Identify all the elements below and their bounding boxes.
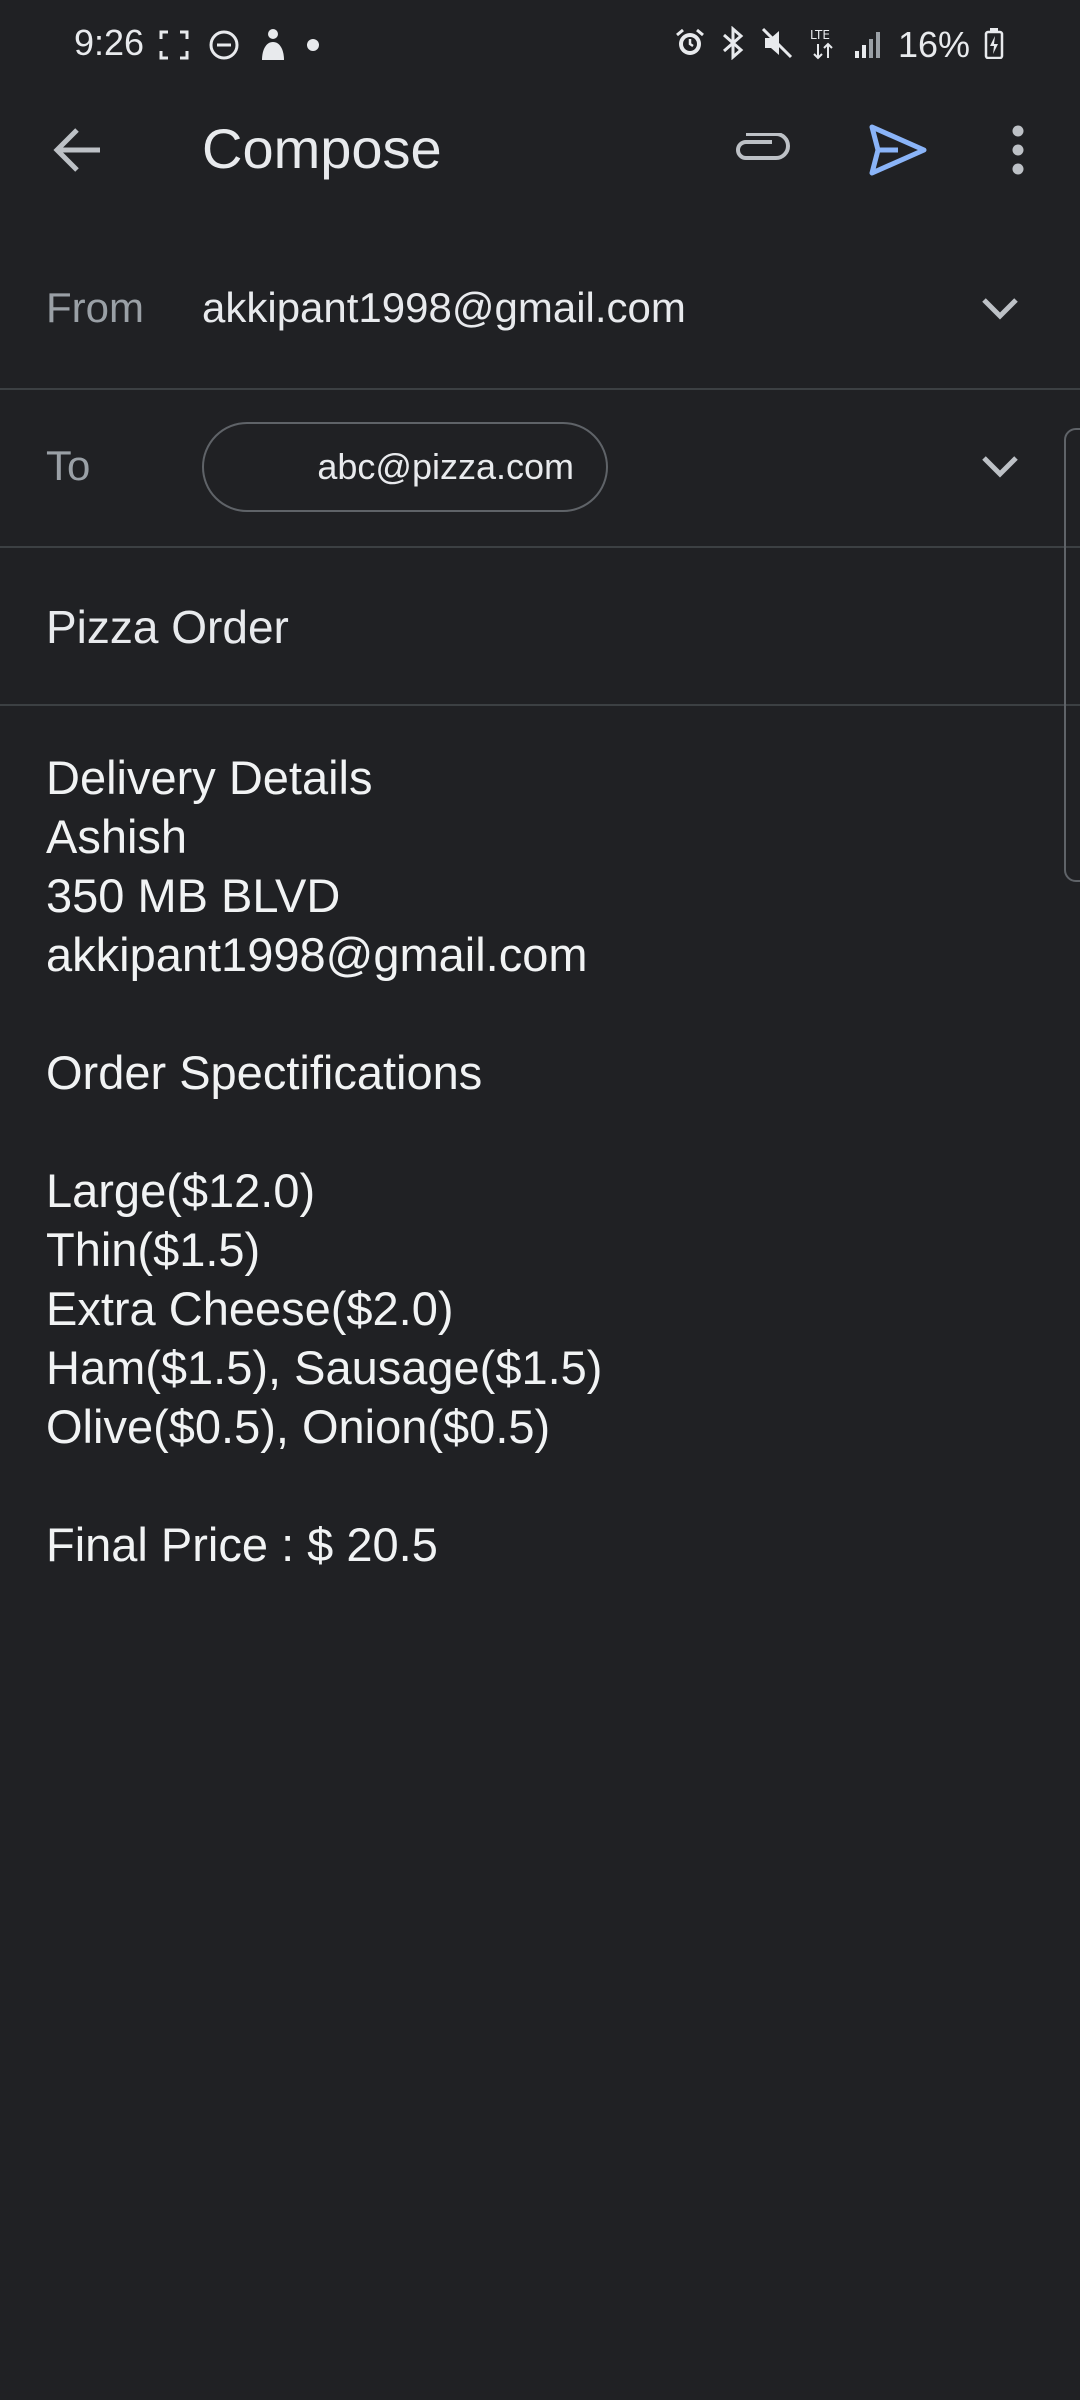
signal-icon (854, 27, 884, 64)
more-vert-icon (1011, 125, 1025, 180)
status-bar: 9:26 LTE 16% (0, 0, 1080, 92)
recipient-chip[interactable]: abc@pizza.com (202, 422, 608, 512)
body-line: Extra Cheese($2.0) (46, 1282, 454, 1335)
back-arrow-icon (53, 127, 103, 178)
to-label: To (46, 442, 91, 489)
body-line (46, 1102, 1026, 1161)
bluetooth-icon (720, 25, 746, 65)
recipient-chip-label: abc@pizza.com (317, 446, 574, 487)
attach-button[interactable] (726, 120, 798, 184)
body-line: akkipant1998@gmail.com (46, 928, 588, 981)
notification-dot-icon (306, 38, 320, 57)
app-title: Compose (202, 117, 442, 180)
screenshot-icon (158, 29, 190, 66)
body-line: 350 MB BLVD (46, 869, 341, 922)
more-options-button[interactable] (1000, 118, 1036, 186)
body-line: Final Price : $ 20.5 (46, 1518, 438, 1571)
to-row: To abc@pizza.com (0, 390, 1080, 548)
from-dropdown-button[interactable] (978, 290, 1022, 330)
body-line: Thin($1.5) (46, 1223, 261, 1276)
body-line: Order Spectifications (46, 1046, 483, 1099)
app-bar: Compose (0, 92, 1080, 212)
chevron-down-icon (980, 295, 1020, 326)
body-line: Olive($0.5), Onion($0.5) (46, 1400, 551, 1453)
alarm-icon (674, 27, 706, 64)
do-not-disturb-icon (208, 29, 240, 66)
from-address[interactable]: akkipant1998@gmail.com (202, 284, 686, 332)
subject-field[interactable]: Pizza Order (46, 600, 289, 654)
svg-text:LTE: LTE (810, 28, 830, 42)
accessibility-icon (258, 28, 288, 67)
status-time: 9:26 (74, 22, 145, 63)
body-line: Ham($1.5), Sausage($1.5) (46, 1341, 603, 1394)
lte-icon: LTE (808, 26, 840, 65)
body-line: Ashish (46, 810, 188, 863)
chevron-down-icon (980, 453, 1020, 484)
from-label: From (46, 284, 144, 331)
body-line (46, 984, 1026, 1043)
status-left-icons (158, 28, 320, 67)
subject-row[interactable]: Pizza Order (0, 548, 1080, 706)
body-line: Large($12.0) (46, 1164, 316, 1217)
from-row: From akkipant1998@gmail.com (0, 232, 1080, 390)
paperclip-icon (732, 131, 792, 172)
status-right-icons: LTE 16% (674, 24, 1004, 66)
to-expand-button[interactable] (978, 448, 1022, 488)
body-line: Delivery Details (46, 751, 373, 804)
back-button[interactable] (46, 120, 110, 184)
mute-icon (760, 26, 794, 65)
battery-percent: 16% (897, 24, 970, 65)
body-line (46, 1456, 1026, 1515)
send-icon (868, 123, 928, 182)
scroll-handle[interactable] (1064, 428, 1080, 882)
battery-charging-icon (984, 27, 1004, 64)
send-button[interactable] (862, 118, 934, 186)
message-body[interactable]: Delivery Details Ashish 350 MB BLVD akki… (46, 748, 1026, 1574)
